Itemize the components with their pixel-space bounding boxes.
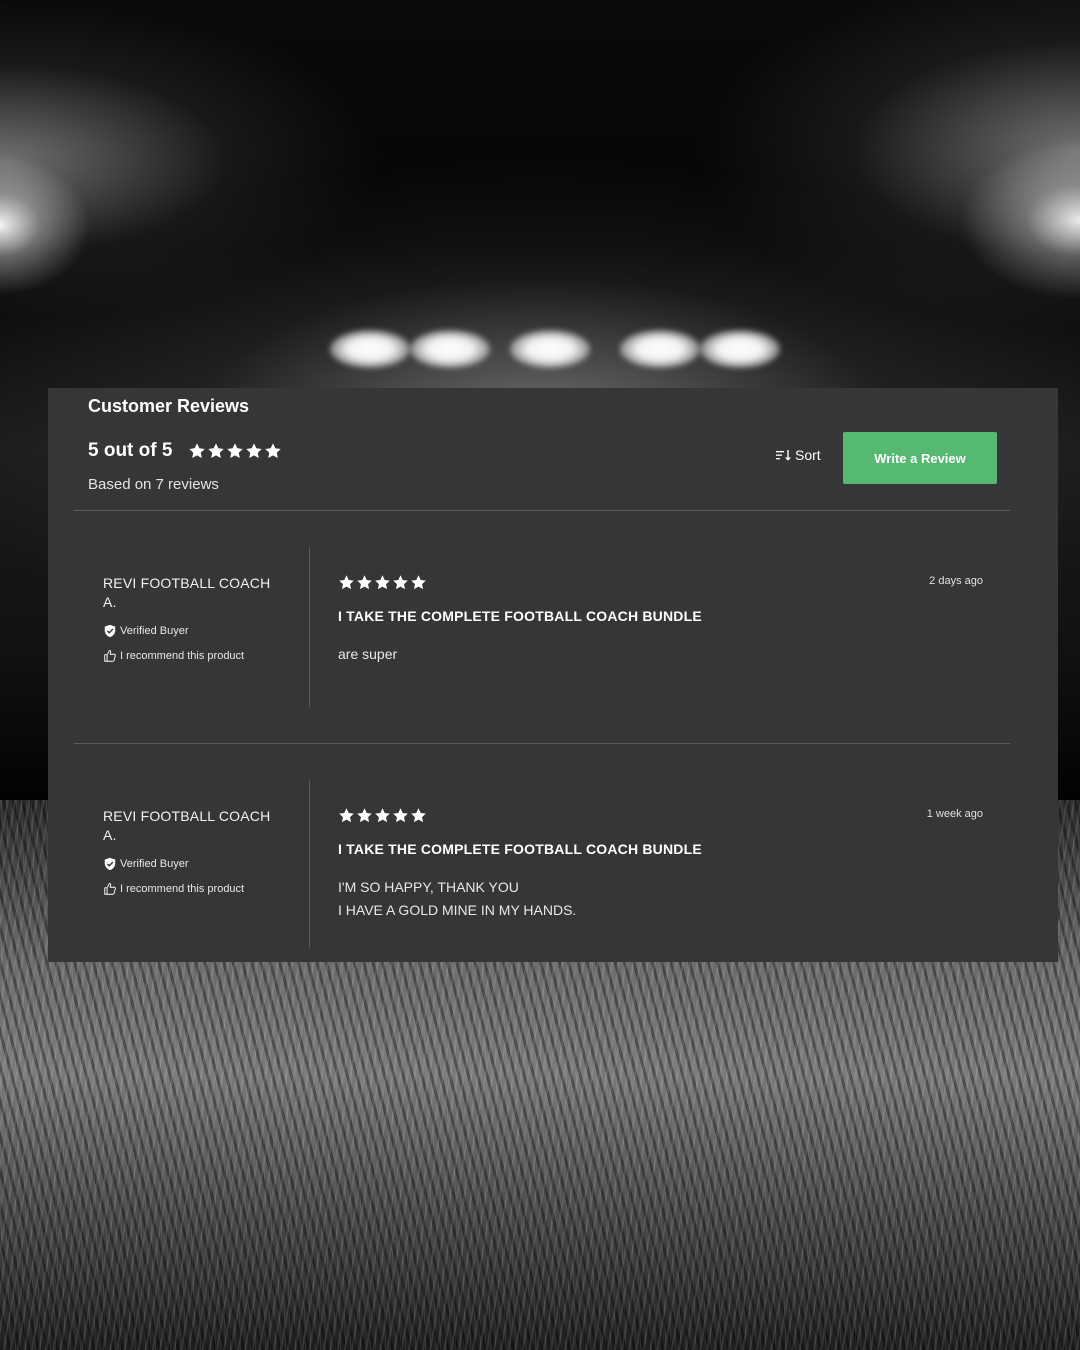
review-count: Based on 7 reviews [88, 476, 219, 493]
review-body-line: are super [338, 646, 398, 662]
review-column-divider [309, 780, 310, 948]
review-date: 1 week ago [926, 808, 983, 820]
review-title: I TAKE THE COMPLETE FOOTBALL COACH BUNDL… [338, 841, 702, 857]
sort-button[interactable]: Sort [776, 447, 821, 463]
star-icon [393, 808, 408, 823]
star-icon [339, 575, 354, 590]
author-name-line: REVI FOOTBALL COACH [103, 575, 271, 591]
recommend-label: I recommend this product [120, 883, 245, 895]
sort-icon [776, 450, 791, 461]
review-body: I'M SO HAPPY, THANK YOU I HAVE A GOLD MI… [338, 876, 983, 922]
star-icon [227, 443, 244, 459]
review-body-line: I HAVE A GOLD MINE IN MY HANDS. [338, 902, 577, 918]
review-body-line: I'M SO HAPPY, THANK YOU [338, 879, 519, 895]
star-icon [357, 575, 372, 590]
review-rating-stars [338, 807, 983, 824]
sort-label: Sort [795, 447, 821, 463]
author-name-line: REVI FOOTBALL COACH [103, 808, 271, 824]
recommend-label: I recommend this product [120, 650, 245, 662]
review-author-name: REVI FOOTBALL COACH A. [103, 807, 293, 845]
review-date: 2 days ago [929, 575, 983, 587]
star-icon [265, 443, 282, 459]
stadium-light [620, 330, 700, 368]
author-initial-line: A. [103, 594, 117, 610]
average-rating-text: 5 out of 5 [88, 440, 173, 461]
star-icon [189, 443, 206, 459]
reviews-panel: Customer Reviews 5 out of 5 Based on 7 r… [48, 388, 1058, 962]
star-icon [208, 443, 225, 459]
rating-summary: 5 out of 5 [88, 440, 282, 462]
average-rating-stars [188, 442, 282, 460]
thumbs-up-icon [104, 649, 116, 662]
star-icon [411, 575, 426, 590]
star-icon [393, 575, 408, 590]
review-divider [74, 743, 1010, 744]
stadium-light [510, 330, 590, 368]
review-rating-stars [338, 574, 983, 591]
shield-check-icon [104, 624, 116, 638]
star-icon [339, 808, 354, 823]
review-column-divider [309, 547, 310, 707]
review-author-block: REVI FOOTBALL COACH A. Verified Buyer I … [103, 807, 293, 896]
verified-label: Verified Buyer [120, 858, 189, 870]
star-icon [246, 443, 263, 459]
verified-buyer-badge: Verified Buyer [103, 857, 293, 871]
stadium-light [410, 330, 490, 368]
review-content: 2 days ago I TAKE THE COMPLETE FOOTBALL … [338, 574, 983, 666]
shield-check-icon [104, 857, 116, 871]
stadium-light [330, 330, 410, 368]
review-body: are super [338, 643, 983, 666]
recommend-badge: I recommend this product [103, 649, 293, 663]
star-icon [375, 808, 390, 823]
reviews-title: Customer Reviews [88, 396, 250, 416]
star-icon [411, 808, 426, 823]
recommend-badge: I recommend this product [103, 882, 293, 896]
header-divider [74, 510, 1010, 511]
thumbs-up-icon [104, 882, 116, 895]
stadium-light [700, 330, 780, 368]
verified-label: Verified Buyer [120, 625, 189, 637]
review-author-name: REVI FOOTBALL COACH A. [103, 574, 293, 612]
verified-buyer-badge: Verified Buyer [103, 624, 293, 638]
author-initial-line: A. [103, 827, 117, 843]
write-review-button[interactable]: Write a Review [843, 432, 997, 484]
review-content: 1 week ago I TAKE THE COMPLETE FOOTBALL … [338, 807, 983, 922]
review-title: I TAKE THE COMPLETE FOOTBALL COACH BUNDL… [338, 608, 702, 624]
review-author-block: REVI FOOTBALL COACH A. Verified Buyer I … [103, 574, 293, 663]
star-icon [375, 575, 390, 590]
star-icon [357, 808, 372, 823]
